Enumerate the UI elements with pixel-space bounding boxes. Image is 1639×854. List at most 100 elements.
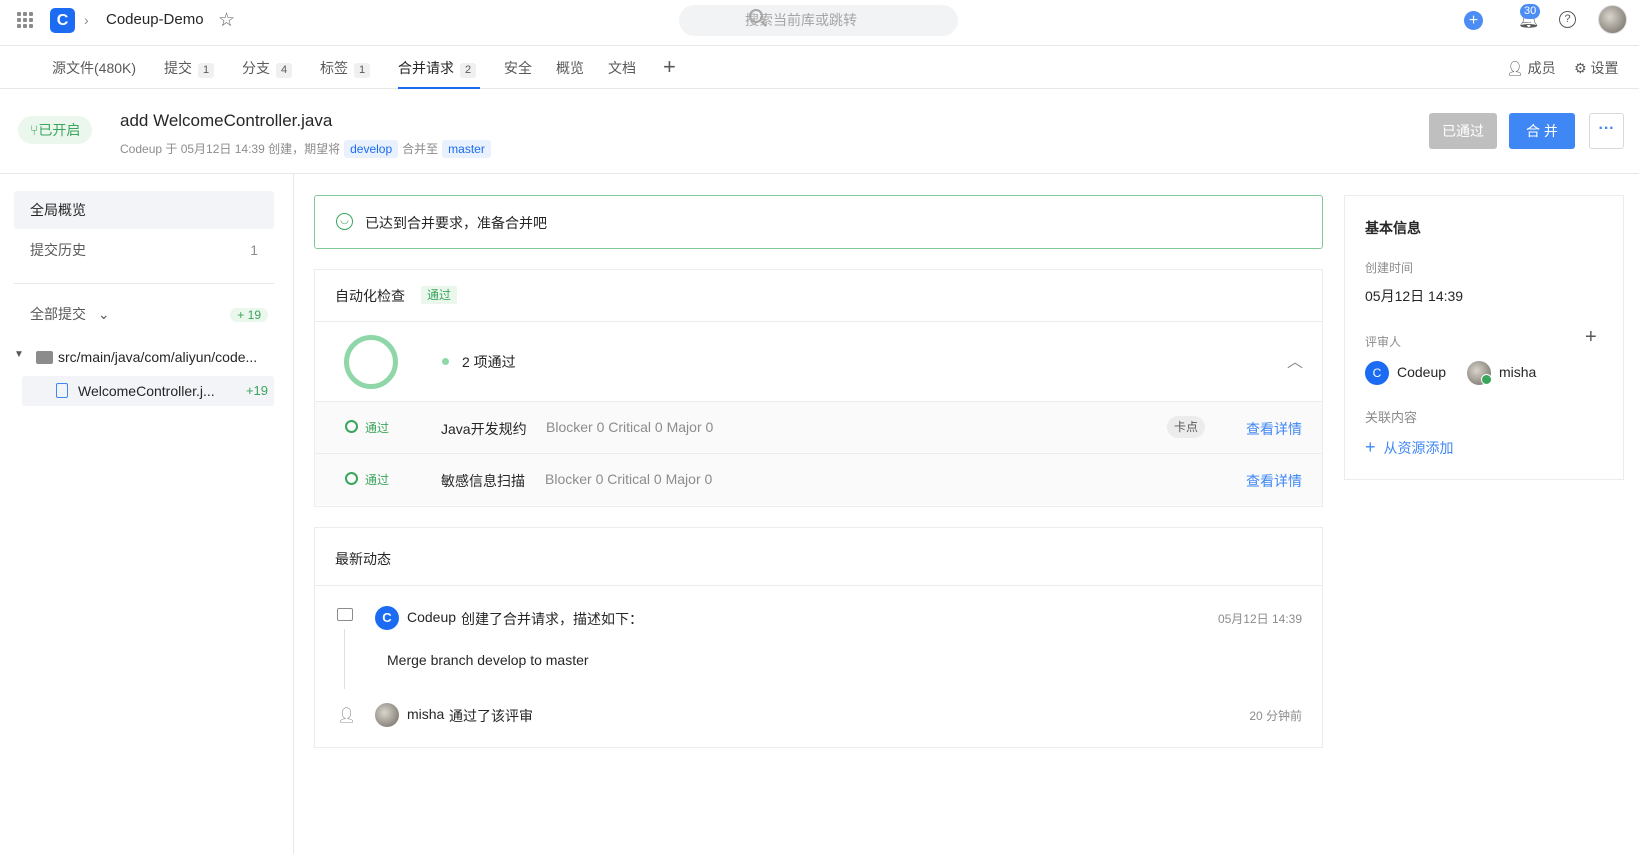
- left-sidebar: 全局概览 提交历史 1 全部提交 ⌄ + 19 ▼ src/main/java/co…: [0, 174, 294, 854]
- tab-label: 文档: [608, 60, 636, 76]
- check-result: Blocker 0 Critical 0 Major 0: [545, 471, 713, 487]
- help-icon[interactable]: ?: [1559, 11, 1576, 28]
- check-row: 通过 Java开发规约 Blocker 0 Critical 0 Major 0…: [315, 401, 1322, 453]
- approved-check-icon: [1481, 374, 1492, 385]
- more-options-button[interactable]: ···: [1589, 113, 1624, 149]
- event-user[interactable]: Codeup: [407, 609, 456, 625]
- codeup-avatar: C: [375, 606, 399, 630]
- check-status: 通过: [365, 473, 390, 487]
- activity-card: 最新动态 C Codeup 创建了合并请求，描述如下： 05月12日 14:39…: [314, 527, 1323, 748]
- mr-meta: Codeup 于 05月12日 14:39 创建，期望将 develop 合并至 ma…: [120, 140, 495, 158]
- banner-text: 已达到合并要求，准备合并吧: [365, 215, 547, 231]
- event-action: 创建了合并请求，描述如下：: [461, 611, 643, 627]
- gear-icon: ⚙︎: [1574, 60, 1587, 76]
- tab-label: 分支: [242, 60, 270, 76]
- settings-label: 设置: [1590, 60, 1619, 76]
- chevron-up-icon[interactable]: ︿: [1287, 348, 1303, 372]
- app-grid-icon[interactable]: [17, 12, 33, 28]
- file-additions: +19: [245, 383, 268, 398]
- tab-label: 源文件(480K): [52, 60, 137, 76]
- check-pass-icon: [345, 420, 358, 433]
- tab-security[interactable]: 安全: [504, 58, 532, 78]
- sidebar-label: 全局概览: [30, 202, 86, 218]
- approved-button[interactable]: 已通过: [1429, 113, 1497, 149]
- mr-header: ⑂已开启 add WelcomeController.java Codeup 于…: [0, 89, 1639, 174]
- members-button[interactable]: 👤︎ 成员: [1506, 58, 1556, 78]
- notification-badge: 30: [1520, 4, 1541, 19]
- comment-icon: [337, 608, 353, 621]
- codeup-logo-icon[interactable]: C: [50, 8, 75, 33]
- tab-source[interactable]: 源文件(480K): [52, 58, 136, 78]
- tab-docs[interactable]: 文档: [608, 58, 636, 78]
- timeline-line: [344, 629, 345, 689]
- blocking-tag: 卡点: [1167, 416, 1206, 438]
- check-name: 敏感信息扫描: [441, 473, 525, 489]
- tab-count: 1: [198, 63, 215, 78]
- plus-icon: +: [1365, 437, 1376, 457]
- sidebar-label: 提交历史: [30, 242, 86, 258]
- tab-tags[interactable]: 标签 1: [320, 58, 371, 78]
- state-label: 已开启: [38, 122, 81, 138]
- tab-merge-requests[interactable]: 合并请求 2: [398, 58, 477, 78]
- top-bar: C › Codeup-Demo ☆ 搜索当前库或跳转 + 🔔︎ 30 ?: [0, 0, 1639, 46]
- check-result: Blocker 0 Critical 0 Major 0: [546, 419, 714, 435]
- user-avatar[interactable]: [1598, 5, 1627, 34]
- info-title: 基本信息: [1365, 220, 1421, 236]
- sidebar-item-overview[interactable]: 全局概览: [14, 191, 274, 229]
- sidebar-label: 全部提交: [30, 306, 86, 322]
- tab-label: 合并请求: [398, 60, 454, 76]
- chevron-down-icon: ⌄: [97, 306, 110, 322]
- tab-count: 1: [354, 63, 371, 78]
- smile-icon: ◡: [336, 213, 353, 230]
- repo-name[interactable]: Codeup-Demo: [106, 11, 204, 28]
- reviewer-name: Codeup: [1397, 364, 1447, 380]
- tab-branches[interactable]: 分支 4: [242, 58, 293, 78]
- divider: [315, 585, 1322, 586]
- source-branch[interactable]: develop: [344, 140, 399, 158]
- reviewers-label: 评审人: [1365, 335, 1402, 349]
- tree-file[interactable]: WelcomeController.j... +19: [22, 376, 274, 406]
- all-commits-dropdown[interactable]: 全部提交 ⌄ + 19: [14, 295, 274, 333]
- event-action: 通过了该评审: [449, 708, 533, 724]
- add-reviewer-icon[interactable]: +: [1585, 326, 1597, 349]
- mr-state-badge: ⑂已开启: [18, 116, 93, 144]
- tab-overview[interactable]: 概览: [556, 58, 584, 78]
- target-branch[interactable]: master: [442, 140, 491, 158]
- meta-text: 合并至: [402, 142, 439, 156]
- checks-status-badge: 通过: [421, 286, 458, 304]
- settings-button[interactable]: ⚙︎ 设置: [1574, 58, 1618, 78]
- check-pass-icon: [345, 472, 358, 485]
- automated-checks-card: 自动化检查 通过 2 项通过 ︿ 通过 Java开发规约 Blocker 0 C…: [314, 269, 1323, 507]
- search-icon: [749, 9, 763, 23]
- search-input[interactable]: 搜索当前库或跳转: [679, 5, 958, 36]
- sidebar-item-history[interactable]: 提交历史 1: [14, 231, 274, 269]
- check-status: 通过: [365, 421, 390, 435]
- misha-avatar: [375, 703, 399, 727]
- event-user[interactable]: misha: [407, 706, 444, 722]
- event-time: 05月12日 14:39: [1217, 612, 1302, 626]
- user-add-icon: 👤︎: [337, 707, 357, 724]
- reviewer-name: misha: [1499, 364, 1537, 380]
- tree-folder[interactable]: ▼ src/main/java/com/aliyun/code...: [14, 347, 274, 371]
- create-plus-icon[interactable]: +: [1464, 11, 1483, 30]
- add-tab-icon[interactable]: +: [663, 54, 676, 80]
- checks-title: 自动化检查: [335, 288, 405, 304]
- merge-ready-banner: ◡ 已达到合并要求，准备合并吧: [314, 195, 1323, 249]
- folder-name: src/main/java/com/aliyun/code...: [58, 349, 258, 365]
- additions-badge: + 19: [230, 308, 268, 322]
- view-details-link[interactable]: 查看详情: [1246, 471, 1302, 491]
- star-icon[interactable]: ☆: [218, 9, 235, 32]
- created-value: 05月12日 14:39: [1365, 288, 1464, 304]
- members-label: 成员: [1527, 60, 1556, 76]
- merge-button[interactable]: 合 并: [1509, 113, 1575, 149]
- repo-tabs: 源文件(480K) 提交 1 分支 4 标签 1 合并请求 2 安全 概览 文档 + 👤…: [0, 46, 1639, 89]
- view-details-link[interactable]: 查看详情: [1246, 419, 1302, 439]
- tab-commits[interactable]: 提交 1: [164, 58, 215, 78]
- event-body: Merge branch develop to master: [387, 652, 589, 668]
- event-time: 20 分钟前: [1249, 709, 1302, 723]
- file-name: WelcomeController.j...: [78, 383, 215, 399]
- add-related-button[interactable]: + 从资源添加: [1365, 437, 1454, 458]
- tab-label: 提交: [164, 60, 192, 76]
- file-icon: [56, 383, 68, 398]
- codeup-reviewer-avatar: C: [1365, 361, 1389, 385]
